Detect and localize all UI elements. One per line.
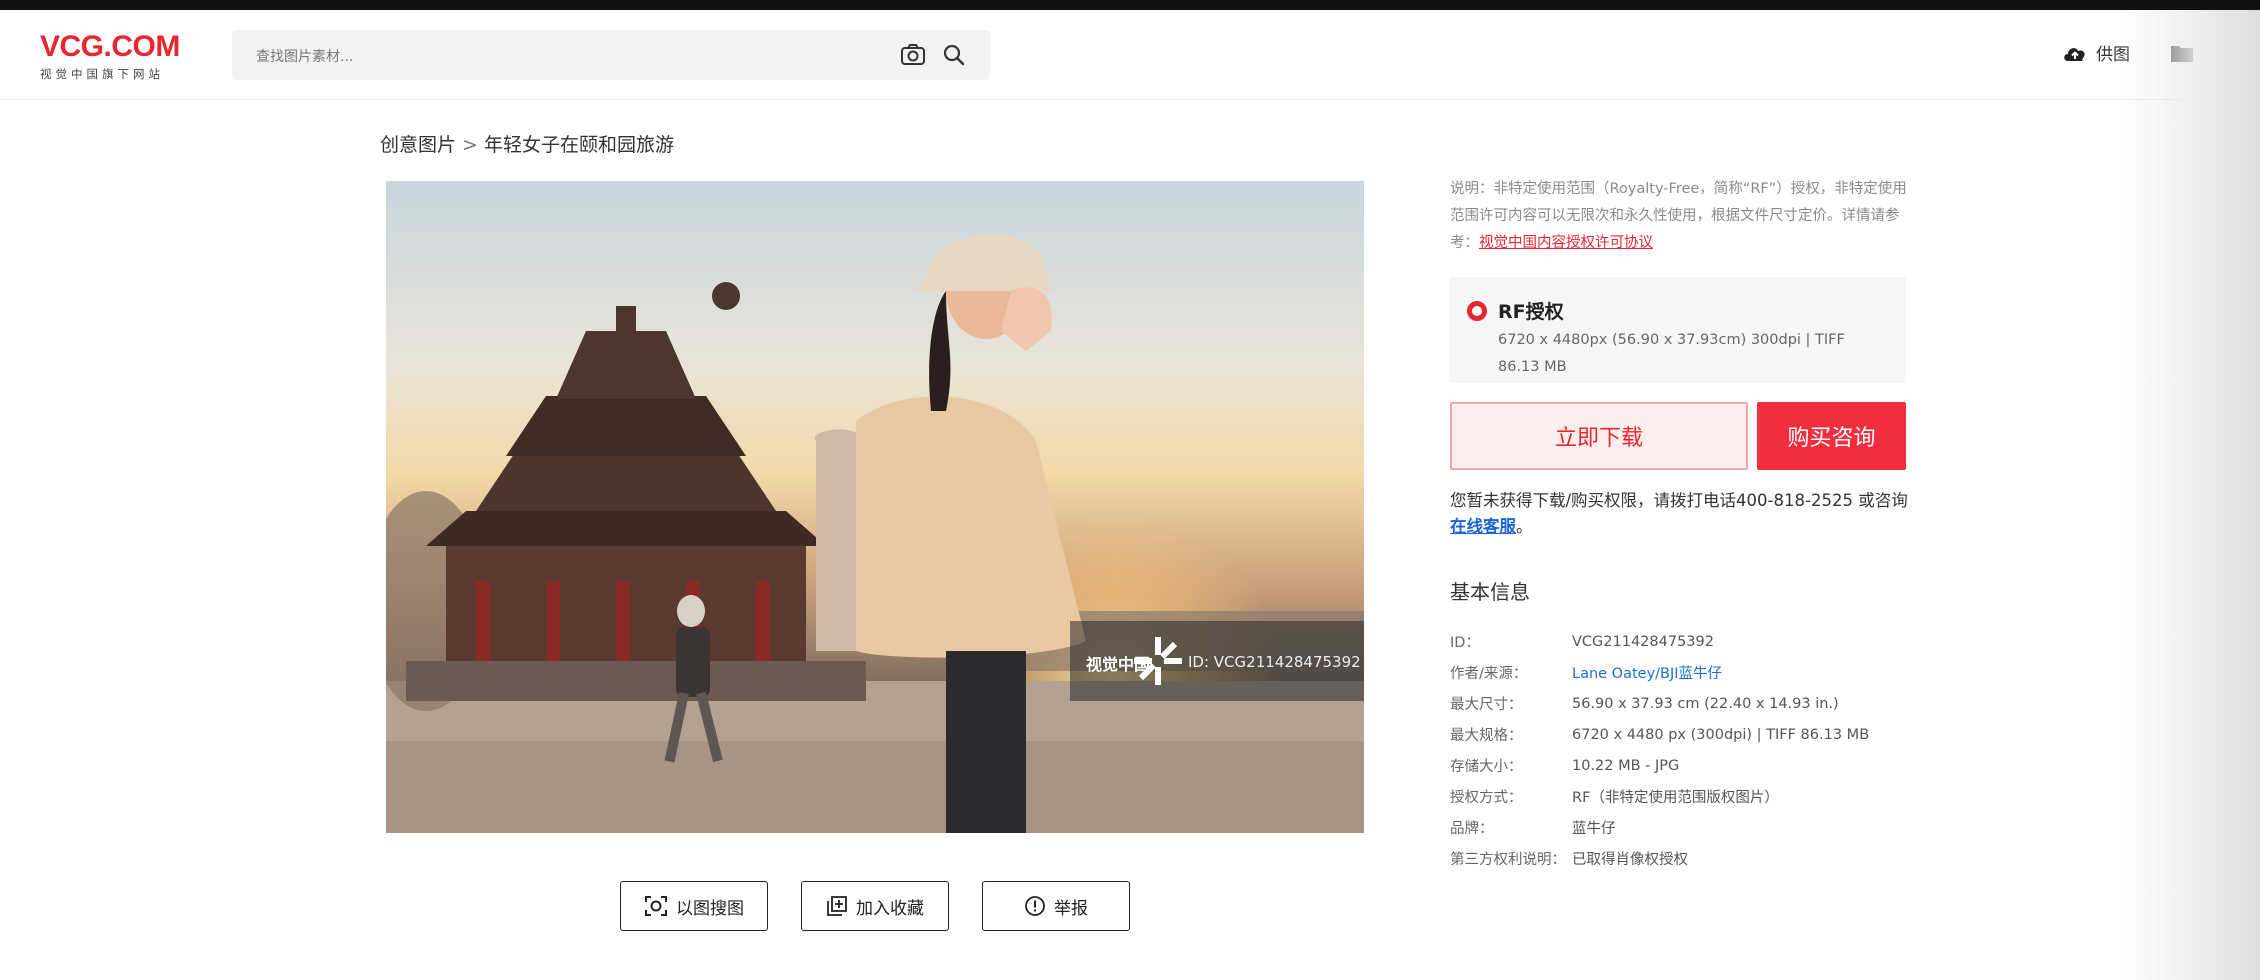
search-input[interactable]: 查找图片素材...: [256, 46, 353, 66]
breadcrumb-current: 年轻女子在颐和园旅游: [483, 134, 674, 156]
favorites-link[interactable]: 收藏夹: [2170, 40, 2253, 65]
top-header: VCG.COM 视觉中国旗下网站 查找图片素材... 供图 收藏夹: [0, 10, 2260, 100]
image-search-icon: [645, 896, 667, 916]
consult-button[interactable]: 购买咨询: [1757, 402, 1906, 470]
license-radio[interactable]: [1467, 301, 1487, 321]
license-notice: 说明：非特定使用范围（Royalty-Free，简称“RF”）授权，非特定使用范…: [1450, 176, 1910, 257]
breadcrumb-root[interactable]: 创意图片: [380, 134, 456, 156]
license-agreement-link[interactable]: 视觉中国内容授权许可协议: [1479, 235, 1653, 251]
info-value: VCG211428475392: [1572, 633, 1714, 650]
breadcrumb: 创意图片 > 年轻女子在颐和园旅游: [380, 130, 674, 157]
info-key: 授权方式：: [1450, 790, 1523, 806]
info-key: 作者/来源：: [1450, 666, 1528, 682]
add-favorite-label: 加入收藏: [856, 898, 924, 919]
info-key: 存储大小：: [1450, 759, 1523, 775]
info-key: 品牌：: [1450, 821, 1494, 837]
logo-subtitle: 视觉中国旗下网站: [40, 67, 164, 81]
info-key: 第三方权利说明：: [1450, 852, 1566, 868]
add-favorite-button[interactable]: 加入收藏: [801, 881, 949, 931]
info-row-author: 作者/来源： Lane Oatey/BJI蓝牛仔: [1450, 657, 1930, 688]
license-title: RF授权: [1498, 301, 1564, 323]
info-row-storage: 存储大小： 10.22 MB - JPG: [1450, 750, 1930, 781]
info-row-max-spec: 最大规格： 6720 x 4480 px (300dpi) | TIFF 86.…: [1450, 719, 1930, 750]
watermark-id: ID: VCG211428475392: [1188, 653, 1361, 671]
info-row-third-party: 第三方权利说明： 已取得肖像权授权: [1450, 843, 1930, 874]
permission-note: 您暂未获得下载/购买权限，请拨打电话400-818-2525 或咨询 在线客服。: [1450, 488, 1920, 540]
watermark-burst-icon: [1134, 637, 1182, 685]
window-edge-shadow: [2120, 10, 2260, 980]
permission-note-end: 。: [1516, 517, 1533, 536]
basic-info-table: ID： VCG211428475392 作者/来源： Lane Oatey/BJ…: [1450, 626, 1930, 874]
favorites-label: 收藏夹: [2202, 45, 2253, 65]
vcg-logo[interactable]: VCG.COM 视觉中国旗下网站: [40, 32, 180, 82]
info-value: 蓝牛仔: [1572, 821, 1616, 837]
search-icon[interactable]: [942, 43, 966, 67]
permission-note-text: 您暂未获得下载/购买权限，请拨打电话400-818-2525 或咨询: [1450, 491, 1908, 510]
author-link[interactable]: Lane Oatey/BJI蓝牛仔: [1572, 662, 1722, 683]
download-button[interactable]: 立即下载: [1450, 402, 1748, 470]
info-row-license-type: 授权方式： RF（非特定使用范围版权图片）: [1450, 781, 1930, 812]
cloud-upload-icon: [2064, 47, 2085, 61]
main-photo[interactable]: 视觉中国 ID: VCG211428475392: [386, 181, 1364, 833]
supply-label: 供图: [2096, 45, 2130, 65]
camera-icon[interactable]: [900, 43, 926, 67]
basic-info-heading: 基本信息: [1450, 580, 1530, 604]
info-key: 最大尺寸：: [1450, 697, 1523, 713]
info-row-max-size: 最大尺寸： 56.90 x 37.93 cm (22.40 x 14.93 in…: [1450, 688, 1930, 719]
supply-image-link[interactable]: 供图: [2062, 40, 2130, 65]
search-bar[interactable]: 查找图片素材...: [232, 30, 990, 80]
license-spec: 6720 x 4480px (56.90 x 37.93cm) 300dpi |…: [1498, 332, 1845, 375]
info-key: ID：: [1450, 635, 1480, 651]
search-by-image-button[interactable]: 以图搜图: [620, 881, 768, 931]
info-row-id: ID： VCG211428475392: [1450, 626, 1930, 657]
info-value: RF（非特定使用范围版权图片）: [1572, 790, 1779, 806]
info-key: 最大规格：: [1450, 728, 1523, 744]
info-value: 已取得肖像权授权: [1572, 852, 1688, 868]
page: VCG.COM 视觉中国旗下网站 查找图片素材... 供图 收藏夹 创意图片 >…: [0, 10, 2260, 980]
license-option-rf[interactable]: RF授权 6720 x 4480px (56.90 x 37.93cm) 300…: [1450, 277, 1906, 383]
folder-icon: [2171, 45, 2193, 62]
alert-icon: [1025, 896, 1045, 916]
photo-scene: [386, 234, 1364, 833]
search-by-image-label: 以图搜图: [676, 898, 744, 919]
watermark: 视觉中国 ID: VCG211428475392: [1070, 621, 1364, 701]
info-value: 56.90 x 37.93 cm (22.40 x 14.93 in.): [1572, 695, 1839, 712]
info-value: 6720 x 4480 px (300dpi) | TIFF 86.13 MB: [1572, 726, 1870, 743]
info-row-brand: 品牌： 蓝牛仔: [1450, 812, 1930, 843]
info-value: 10.22 MB - JPG: [1572, 757, 1680, 774]
report-button[interactable]: 举报: [982, 881, 1130, 931]
breadcrumb-separator: >: [462, 134, 478, 156]
logo-text: VCG.COM: [40, 30, 180, 63]
online-service-link[interactable]: 在线客服: [1450, 517, 1516, 536]
report-label: 举报: [1054, 898, 1088, 919]
add-collection-icon: [827, 896, 847, 916]
